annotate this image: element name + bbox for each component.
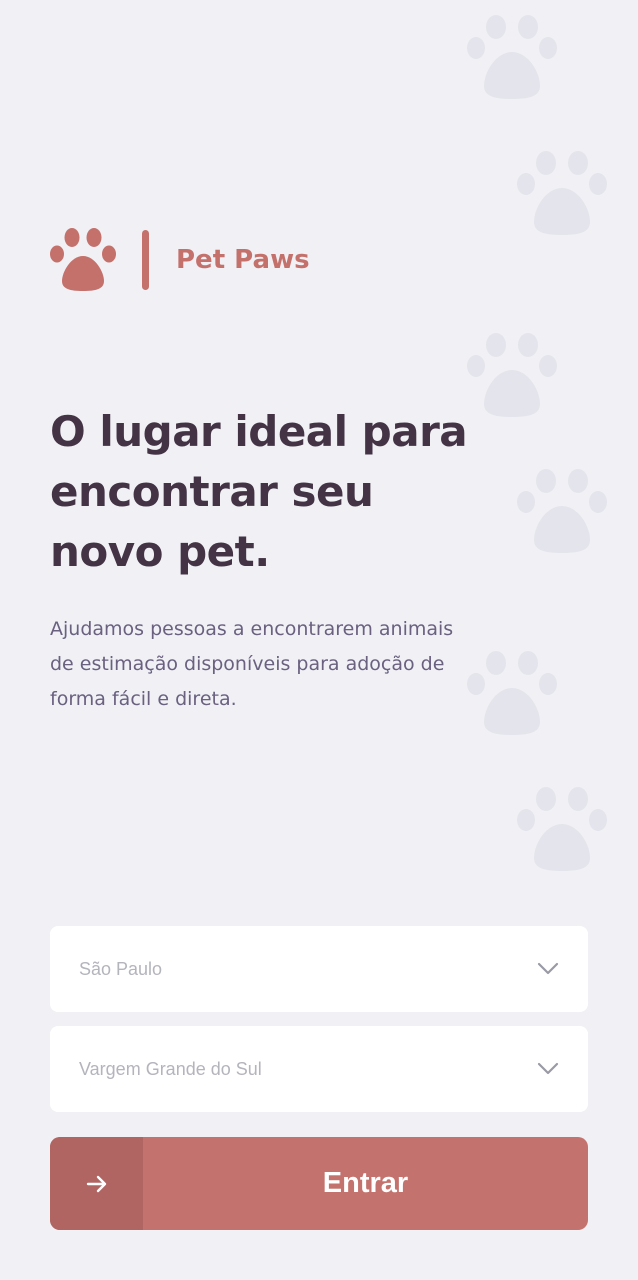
background-paw-icon — [516, 468, 608, 554]
enter-icon-box — [50, 1137, 143, 1230]
enter-button-label: Entrar — [322, 1167, 409, 1199]
state-select[interactable]: São Paulo — [50, 926, 588, 1012]
chevron-down-icon — [537, 1062, 559, 1076]
paw-icon — [50, 228, 116, 292]
arrow-right-icon — [86, 1175, 106, 1192]
city-select-value: Vargem Grande do Sul — [79, 1058, 262, 1079]
brand-divider — [142, 230, 149, 290]
background-paw-icon — [466, 14, 558, 100]
background-paw-icon — [516, 150, 608, 236]
brand-name: Pet Paws — [176, 245, 310, 275]
chevron-down-icon — [537, 962, 559, 976]
brand-header: Pet Paws — [50, 228, 310, 292]
enter-button[interactable]: Entrar — [50, 1137, 588, 1230]
background-paw-icon — [466, 650, 558, 736]
state-select-value: São Paulo — [79, 958, 163, 979]
background-paw-icon — [516, 786, 608, 872]
page-title: O lugar ideal para encontrar seu novo pe… — [50, 407, 468, 576]
city-select[interactable]: Vargem Grande do Sul — [50, 1026, 588, 1112]
page-subtitle: Ajudamos pessoas a encontrarem animais d… — [50, 618, 454, 710]
